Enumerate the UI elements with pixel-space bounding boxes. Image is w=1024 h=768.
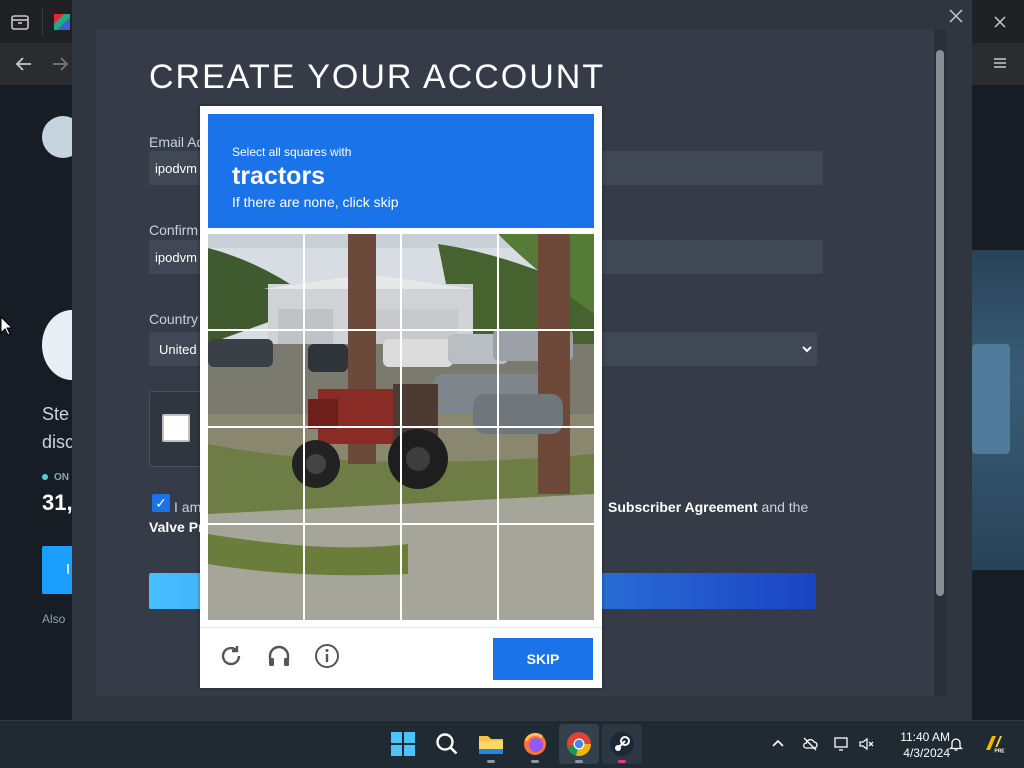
captcha-target-word: tractors [232, 162, 326, 190]
volume-muted-icon[interactable] [858, 736, 874, 752]
back-arrow-icon[interactable] [12, 52, 36, 76]
network-icon[interactable] [834, 736, 850, 752]
bg-right-box [972, 344, 1010, 454]
tab-favicon-icon[interactable] [54, 14, 70, 30]
confirm-email-label: Confirm [149, 222, 199, 238]
notification-bell-icon[interactable] [948, 736, 964, 752]
firefox-icon[interactable] [522, 731, 548, 757]
search-icon[interactable] [434, 731, 460, 757]
captcha-tile[interactable] [305, 331, 400, 426]
copilot-pre-icon[interactable]: PRE [982, 732, 1006, 756]
refresh-icon[interactable] [217, 642, 245, 670]
captcha-tile[interactable] [305, 428, 400, 523]
steam-running-indicator [618, 760, 626, 763]
skip-button[interactable]: SKIP [493, 638, 593, 680]
subscriber-agreement-link[interactable]: Subscriber Agreement [608, 499, 758, 515]
captcha-tile[interactable] [208, 234, 303, 329]
captcha-challenge-dialog: Select all squares with tractors If ther… [200, 106, 602, 688]
captcha-image-grid [208, 234, 594, 620]
bg-also-text: Also [42, 612, 66, 626]
agree-text-end: Subscriber Agreement and the [608, 499, 809, 515]
captcha-tile[interactable] [305, 234, 400, 329]
steam-icon[interactable] [609, 731, 635, 757]
info-icon[interactable] [313, 642, 341, 670]
tab-separator [42, 8, 43, 36]
cloud-icon[interactable] [802, 736, 818, 752]
mouse-cursor-icon [0, 315, 14, 336]
tab-overview-icon[interactable] [8, 10, 32, 34]
bg-headline: Ste disc [42, 404, 75, 452]
country-label: Country [149, 311, 199, 327]
captcha-tile[interactable] [208, 428, 303, 523]
privacy-policy-link[interactable]: Valve Pr [149, 519, 204, 535]
modal-close-icon[interactable] [948, 8, 964, 24]
email-label: Email Ad [149, 134, 205, 150]
captcha-tile[interactable] [208, 525, 303, 620]
captcha-tile[interactable] [402, 525, 497, 620]
captcha-checkbox[interactable] [162, 414, 190, 442]
captcha-instruction: Select all squares with [232, 145, 352, 159]
captcha-tile[interactable] [499, 428, 594, 523]
firefox-running-indicator [531, 760, 539, 763]
bg-online-count: 31, [42, 490, 73, 515]
page-title: CREATE YOUR ACCOUNT [149, 58, 606, 96]
captcha-footer: SKIP [200, 627, 602, 688]
windows-start-icon[interactable] [390, 731, 416, 757]
online-dot-icon [42, 474, 48, 480]
agree-checkbox[interactable]: ✓ [152, 494, 170, 512]
taskbar-clock[interactable]: 11:40 AM 4/3/2024 [880, 729, 950, 761]
bg-online-label: ON [42, 472, 69, 483]
agree-text-start: I am [174, 499, 202, 515]
captcha-skip-hint: If there are none, click skip [232, 194, 399, 210]
explorer-running-indicator [487, 760, 495, 763]
captcha-tile[interactable] [499, 525, 594, 620]
forward-arrow-icon[interactable] [48, 52, 72, 76]
window-close-icon[interactable] [990, 12, 1010, 32]
captcha-tile[interactable] [499, 234, 594, 329]
captcha-tile[interactable] [402, 428, 497, 523]
chrome-running-indicator [575, 760, 583, 763]
svg-text:PRE: PRE [994, 749, 1005, 755]
captcha-tile[interactable] [305, 525, 400, 620]
chevron-down-icon[interactable] [800, 342, 814, 356]
clock-date: 4/3/2024 [903, 746, 950, 760]
captcha-tile[interactable] [208, 331, 303, 426]
captcha-tile[interactable] [499, 331, 594, 426]
captcha-tile[interactable] [402, 234, 497, 329]
clock-time: 11:40 AM [900, 730, 950, 744]
modal-scrollbar-thumb[interactable] [936, 50, 944, 596]
audio-challenge-icon[interactable] [265, 642, 293, 670]
captcha-tile[interactable] [402, 331, 497, 426]
hamburger-menu-icon[interactable] [990, 53, 1010, 73]
file-explorer-icon[interactable] [478, 731, 504, 757]
chrome-icon[interactable] [566, 731, 592, 757]
captcha-prompt-header: Select all squares with tractors If ther… [208, 114, 594, 228]
chevron-up-icon[interactable] [770, 736, 786, 752]
